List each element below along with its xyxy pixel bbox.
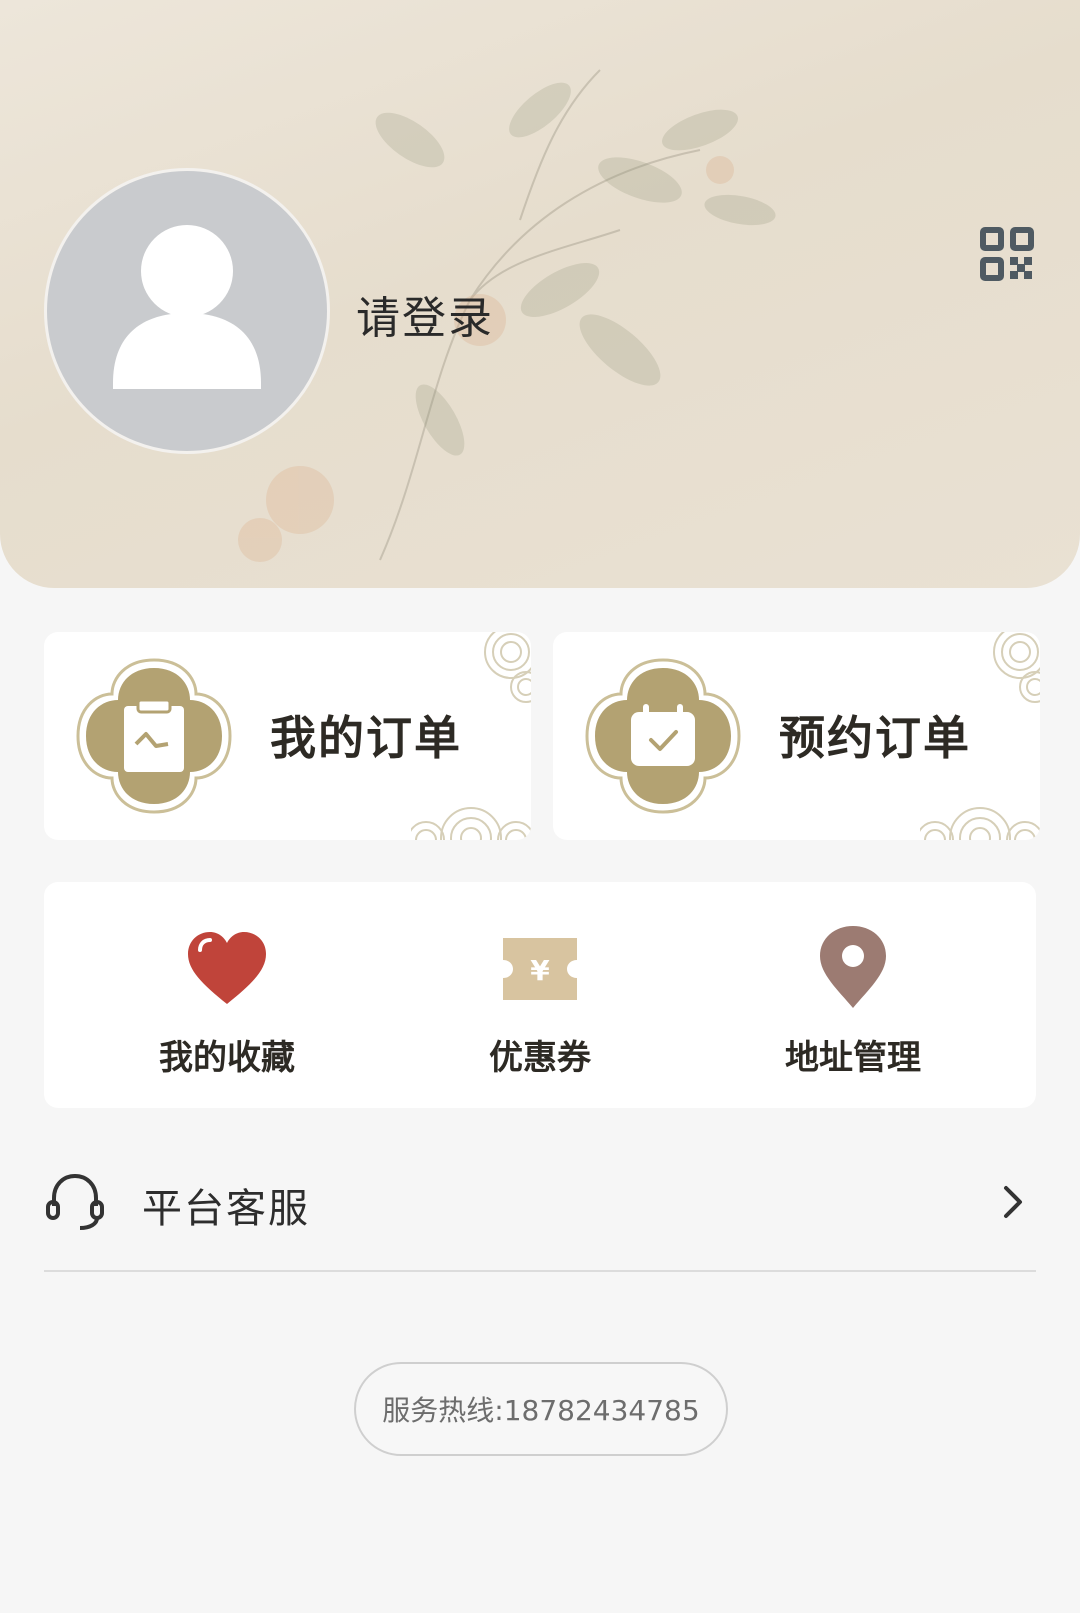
avatar[interactable]	[44, 168, 330, 454]
favorites-button[interactable]: 我的收藏	[62, 882, 392, 1108]
service-hotline[interactable]: 服务热线:18782434785	[354, 1362, 728, 1456]
profile-header: 请登录	[0, 0, 1080, 588]
coupons-label: 优惠券	[489, 1038, 591, 1078]
my-orders-card[interactable]: 我的订单	[44, 632, 531, 840]
reservation-orders-card[interactable]: 预约订单	[553, 632, 1040, 840]
quick-actions-panel: 我的收藏 ¥ 优惠券 地址管理	[44, 882, 1036, 1108]
profile-page: 请登录 我的订单 预约订单 我的收藏 ¥ 优惠券 地址管理 平台客服 服务热线:…	[0, 0, 1080, 1613]
calendar-check-icon	[585, 658, 741, 814]
address-management-label: 地址管理	[785, 1038, 921, 1078]
corner-pattern-icon	[411, 807, 531, 840]
corner-pattern-icon	[484, 632, 531, 703]
qr-code-icon[interactable]	[979, 226, 1035, 282]
location-pin-icon	[820, 926, 886, 1008]
chevron-right-icon	[1004, 1186, 1022, 1218]
corner-pattern-icon	[993, 632, 1040, 703]
favorites-label: 我的收藏	[159, 1038, 295, 1078]
corner-pattern-icon	[920, 807, 1040, 840]
clipboard-icon	[76, 658, 232, 814]
heart-icon	[188, 932, 266, 1004]
my-orders-label: 我的订单	[270, 711, 462, 765]
login-prompt[interactable]: 请登录	[356, 282, 494, 346]
svg-text:¥: ¥	[530, 954, 550, 987]
customer-service-row[interactable]: 平台客服	[44, 1160, 1036, 1272]
address-management-button[interactable]: 地址管理	[688, 882, 1018, 1108]
customer-service-label: 平台客服	[142, 1186, 310, 1232]
reservation-orders-label: 预约订单	[779, 711, 971, 765]
headset-icon	[46, 1173, 104, 1230]
coupons-button[interactable]: ¥ 优惠券	[375, 882, 705, 1108]
user-silhouette-icon	[113, 225, 261, 389]
coupon-icon: ¥	[503, 938, 577, 1000]
